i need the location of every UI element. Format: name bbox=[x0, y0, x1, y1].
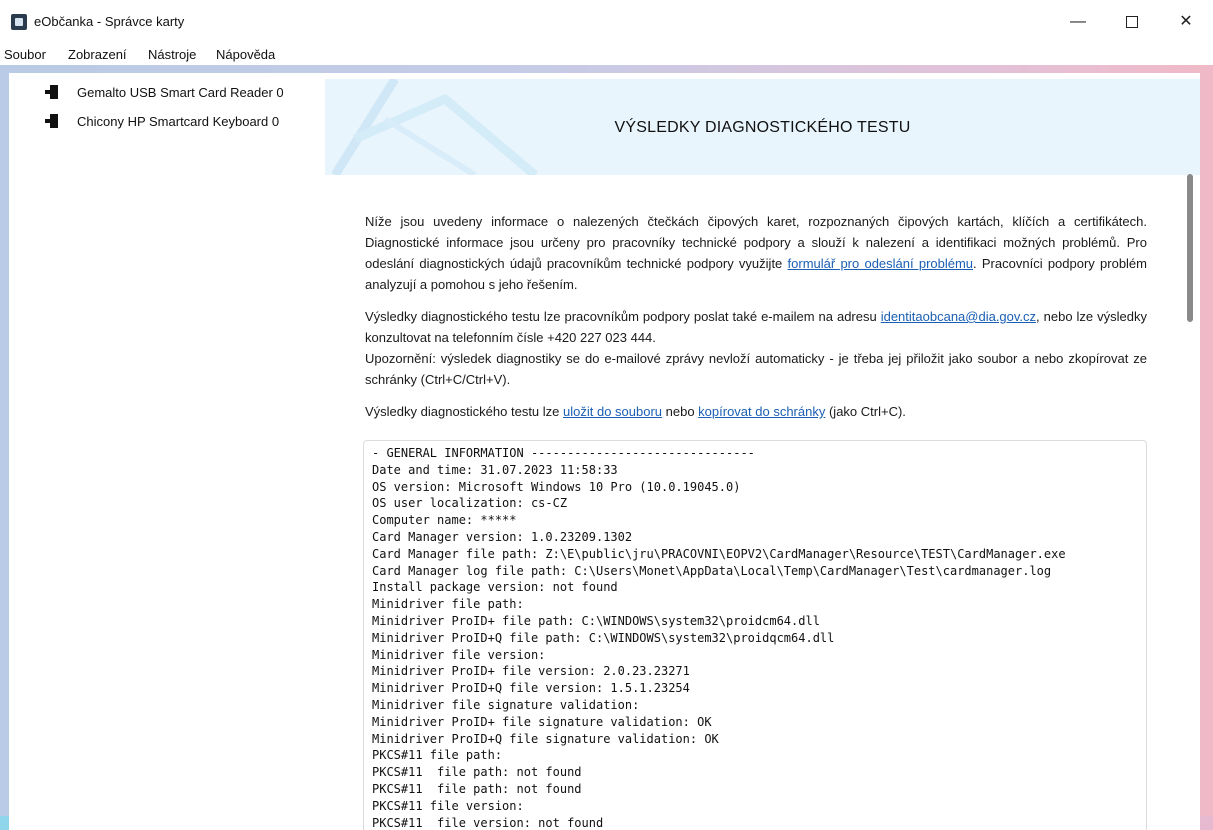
email-text: Výsledky diagnostického testu lze pracov… bbox=[365, 309, 881, 324]
save-text-mid: nebo bbox=[662, 404, 699, 419]
log-line: Minidriver ProID+Q file signature valida… bbox=[372, 731, 719, 746]
maximize-button[interactable] bbox=[1109, 0, 1155, 44]
close-button[interactable]: ✕ bbox=[1163, 0, 1209, 44]
page-title: VÝSLEDKY DIAGNOSTICKÉHO TESTU bbox=[614, 119, 911, 136]
minimize-button[interactable]: — bbox=[1055, 0, 1101, 44]
log-line: Minidriver ProID+ file path: C:\WINDOWS\… bbox=[372, 614, 820, 628]
card-reader-icon bbox=[45, 85, 58, 99]
log-line: Minidriver ProID+Q file version: 1.5.1.2… bbox=[372, 681, 690, 696]
menu-napoveda[interactable]: Nápověda bbox=[216, 47, 275, 62]
log-line: Minidriver ProID+ file version: 2.0.23.2… bbox=[372, 664, 690, 679]
save-text-end: (jako Ctrl+C). bbox=[825, 404, 906, 419]
content-panel: VÝSLEDKY DIAGNOSTICKÉHO TESTU Níže jsou … bbox=[325, 73, 1200, 830]
warning-paragraph: Upozornění: výsledek diagnostiky se do e… bbox=[365, 351, 1147, 387]
log-line: PKCS#11 file path: not found bbox=[372, 782, 582, 796]
support-email-link[interactable]: identitaobcana@dia.gov.cz bbox=[881, 309, 1036, 324]
app-icon bbox=[11, 14, 27, 30]
log-line: Card Manager log file path: C:\Users\Mon… bbox=[372, 563, 1052, 578]
log-line: OS user localization: cs-CZ bbox=[372, 496, 568, 511]
menu-bar: Soubor Zobrazení Nástroje Nápověda bbox=[0, 44, 1213, 65]
log-line: Date and time: 31.07.2023 11:58:33 bbox=[372, 462, 618, 477]
problem-form-link[interactable]: formulář pro odeslání problému bbox=[788, 256, 974, 271]
title-bar: eObčanka - Správce karty — ✕ bbox=[0, 0, 1213, 44]
log-line: Card Manager file path: Z:\E\public\jru\… bbox=[372, 546, 1066, 561]
log-line: PKCS#11 file version: not found bbox=[372, 815, 604, 830]
reader-label: Gemalto USB Smart Card Reader 0 bbox=[77, 85, 284, 100]
content-header: VÝSLEDKY DIAGNOSTICKÉHO TESTU bbox=[325, 79, 1200, 175]
log-line: Minidriver ProID+Q file path: C:\WINDOWS… bbox=[372, 630, 835, 645]
save-to-file-link[interactable]: uložit do souboru bbox=[563, 404, 662, 419]
scrollbar-thumb[interactable] bbox=[1187, 174, 1193, 322]
log-line: PKCS#11 file version: bbox=[372, 798, 524, 813]
copy-to-clipboard-link[interactable]: kopírovat do schránky bbox=[698, 404, 825, 419]
email-paragraph: Výsledky diagnostického testu lze pracov… bbox=[365, 306, 1147, 348]
log-line: Install package version: not found bbox=[372, 580, 618, 595]
reader-label: Chicony HP Smartcard Keyboard 0 bbox=[77, 114, 280, 129]
content-scrollbar[interactable] bbox=[1185, 174, 1194, 820]
maximize-icon bbox=[1126, 15, 1138, 28]
log-line: Computer name: ***** bbox=[372, 513, 517, 528]
log-line: Minidriver file path: bbox=[372, 597, 524, 612]
menu-nastroje[interactable]: Nástroje bbox=[148, 47, 196, 62]
log-line: Card Manager version: 1.0.23209.1302 bbox=[372, 530, 633, 544]
reader-sidebar: Gemalto USB Smart Card Reader 0 Chicony … bbox=[9, 73, 325, 830]
menu-soubor[interactable]: Soubor bbox=[4, 47, 46, 62]
intro-paragraph: Níže jsou uvedeny informace o nalezených… bbox=[365, 211, 1147, 295]
log-line: PKCS#11 file path: bbox=[372, 748, 503, 763]
log-line: - GENERAL INFORMATION ------------------… bbox=[372, 446, 755, 460]
log-line: Minidriver ProID+ file signature validat… bbox=[372, 714, 712, 729]
log-line: OS version: Microsoft Windows 10 Pro (10… bbox=[372, 479, 741, 494]
card-reader-icon bbox=[45, 114, 58, 128]
menu-zobrazeni[interactable]: Zobrazení bbox=[68, 47, 127, 62]
log-line: Minidriver file signature validation: bbox=[372, 698, 640, 712]
log-line: Minidriver file version: bbox=[372, 647, 546, 662]
save-text: Výsledky diagnostického testu lze bbox=[365, 404, 563, 419]
log-line: PKCS#11 file path: not found bbox=[372, 765, 582, 780]
save-paragraph: Výsledky diagnostického testu lze uložit… bbox=[365, 401, 1147, 422]
diagnostic-log[interactable]: - GENERAL INFORMATION ------------------… bbox=[363, 440, 1147, 830]
window-title: eObčanka - Správce karty bbox=[34, 14, 185, 29]
